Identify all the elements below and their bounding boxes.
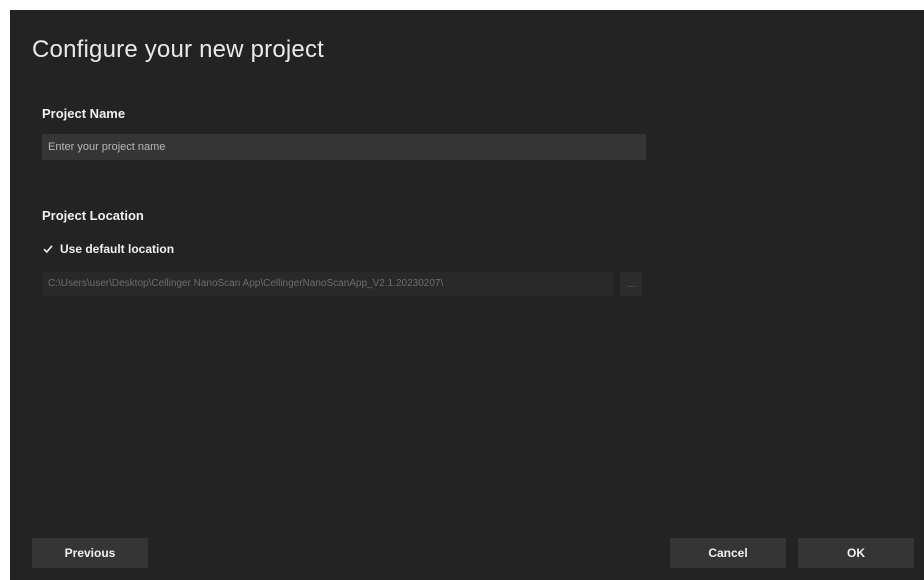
page-title: Configure your new project: [32, 36, 325, 63]
use-default-location-label: Use default location: [60, 242, 175, 256]
project-name-label: Project Name: [42, 106, 126, 121]
ok-button[interactable]: OK: [798, 538, 914, 568]
previous-button[interactable]: Previous: [32, 538, 148, 568]
project-name-input[interactable]: [42, 134, 646, 160]
configure-project-dialog: Configure your new project Project Name …: [10, 10, 924, 580]
checkmark-icon: [42, 243, 54, 255]
project-location-label: Project Location: [42, 208, 144, 223]
browse-location-button: ...: [620, 272, 642, 296]
use-default-location-checkbox[interactable]: Use default location: [42, 242, 174, 256]
project-location-path-field: C:\Users\user\Desktop\Cellinger NanoScan…: [42, 272, 614, 296]
cancel-button[interactable]: Cancel: [670, 538, 786, 568]
